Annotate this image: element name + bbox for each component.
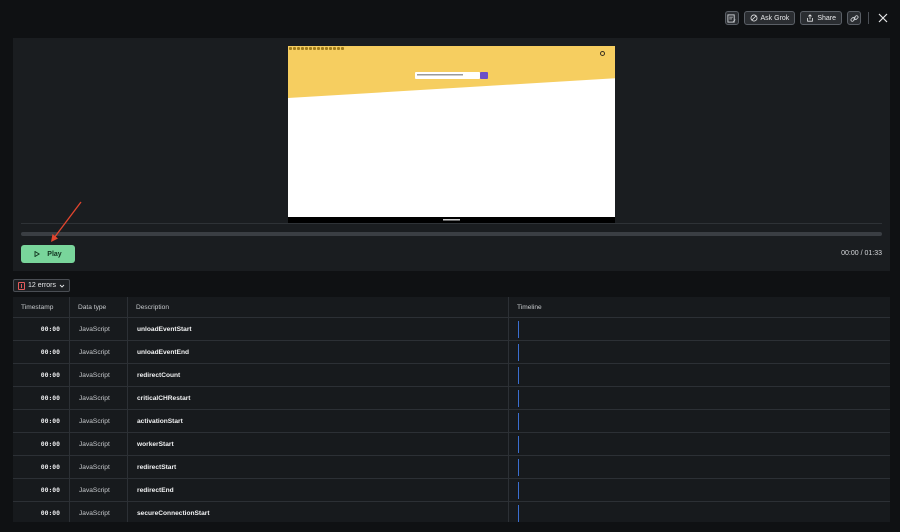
error-icon <box>18 281 25 290</box>
ask-grok-button[interactable]: Ask Grok <box>743 11 796 25</box>
preview-divider <box>21 223 882 224</box>
timeline-marker <box>518 320 519 338</box>
share-button[interactable]: Share <box>800 11 842 25</box>
preview-logo <box>289 47 344 50</box>
data-type-cell: JavaScript <box>70 410 128 432</box>
toolbar-divider <box>868 12 869 24</box>
column-header-data-type[interactable]: Data type <box>70 297 128 317</box>
timeline-marker <box>518 435 519 453</box>
timeline-cell <box>509 410 890 432</box>
description-cell: redirectCount <box>128 364 509 386</box>
timeline-cell <box>509 341 890 363</box>
errors-filter-button[interactable]: 12 errors <box>13 279 71 292</box>
timeline-marker <box>518 481 519 499</box>
description-cell: redirectEnd <box>128 479 509 501</box>
table-row[interactable]: 00:00 JavaScript secureConnectionStart <box>13 502 890 522</box>
timestamp-cell: 00:00 <box>13 341 70 363</box>
timeline-cell <box>509 479 890 501</box>
data-type-cell: JavaScript <box>70 479 128 501</box>
timestamp-cell: 00:00 <box>13 502 70 522</box>
table-row[interactable]: 00:00 JavaScript redirectStart <box>13 456 890 479</box>
description-cell: activationStart <box>128 410 509 432</box>
data-type-cell: JavaScript <box>70 433 128 455</box>
play-button[interactable]: Play <box>21 245 75 263</box>
timeline-cell <box>509 502 890 522</box>
replay-scrubber[interactable] <box>21 232 882 236</box>
annotation-arrow-icon <box>51 201 82 242</box>
timeline-marker <box>518 504 519 522</box>
description-cell: redirectStart <box>128 456 509 478</box>
description-cell: criticalCHRestart <box>128 387 509 409</box>
preview-search-input <box>415 72 480 79</box>
preview-search-button <box>480 72 488 79</box>
grok-icon <box>750 14 757 22</box>
table-row[interactable]: 00:00 JavaScript activationStart <box>13 410 890 433</box>
chevron-down-icon <box>59 284 65 288</box>
data-type-cell: JavaScript <box>70 364 128 386</box>
timeline-cell <box>509 456 890 478</box>
timestamp-cell: 00:00 <box>13 479 70 501</box>
timestamp-cell: 00:00 <box>13 433 70 455</box>
table-row[interactable]: 00:00 JavaScript criticalCHRestart <box>13 387 890 410</box>
copy-link-button[interactable] <box>847 11 861 25</box>
timestamp-cell: 00:00 <box>13 364 70 386</box>
timeline-marker <box>518 343 519 361</box>
time-readout: 00:00 / 01:33 <box>841 250 882 257</box>
description-cell: secureConnectionStart <box>128 502 509 522</box>
data-type-cell: JavaScript <box>70 502 128 522</box>
close-icon <box>878 13 888 23</box>
errors-label: 12 errors <box>28 282 57 289</box>
timestamp-cell: 00:00 <box>13 410 70 432</box>
timeline-marker <box>518 366 519 384</box>
play-icon <box>34 251 41 257</box>
data-type-cell: JavaScript <box>70 387 128 409</box>
description-cell: unloadEventEnd <box>128 341 509 363</box>
timeline-cell <box>509 318 890 340</box>
ask-grok-label: Ask Grok <box>760 14 790 22</box>
data-type-cell: JavaScript <box>70 456 128 478</box>
link-icon <box>850 14 858 22</box>
timeline-cell <box>509 364 890 386</box>
close-button[interactable] <box>876 11 890 25</box>
table-row[interactable]: 00:00 JavaScript workerStart <box>13 433 890 456</box>
table-row[interactable]: 00:00 JavaScript unloadEventEnd <box>13 341 890 364</box>
description-cell: workerStart <box>128 433 509 455</box>
top-toolbar: Ask Grok Share <box>724 10 890 26</box>
timeline-marker <box>518 412 519 430</box>
timeline-cell <box>509 387 890 409</box>
share-label: Share <box>817 14 836 22</box>
timeline-marker <box>518 389 519 407</box>
timestamp-cell: 00:00 <box>13 387 70 409</box>
edit-icon[interactable] <box>724 11 739 25</box>
data-type-cell: JavaScript <box>70 318 128 340</box>
column-header-timestamp[interactable]: Timestamp <box>13 297 70 317</box>
timestamp-cell: 00:00 <box>13 318 70 340</box>
data-type-cell: JavaScript <box>70 341 128 363</box>
column-header-description[interactable]: Description <box>128 297 509 317</box>
table-row[interactable]: 00:00 JavaScript unloadEventStart <box>13 318 890 341</box>
session-replay-panel: Play 00:00 / 01:33 <box>13 38 890 271</box>
description-cell: unloadEventStart <box>128 318 509 340</box>
preview-avatar <box>600 51 605 56</box>
column-header-timeline[interactable]: Timeline <box>509 297 890 317</box>
table-row[interactable]: 00:00 JavaScript redirectEnd <box>13 479 890 502</box>
table-row[interactable]: 00:00 JavaScript redirectCount <box>13 364 890 387</box>
timeline-marker <box>518 458 519 476</box>
play-label: Play <box>47 250 62 258</box>
timestamp-cell: 00:00 <box>13 456 70 478</box>
events-table: Timestamp Data type Description Timeline… <box>13 297 890 522</box>
replay-preview <box>288 46 615 224</box>
share-icon <box>807 14 814 22</box>
table-header: Timestamp Data type Description Timeline <box>13 297 890 318</box>
timeline-cell <box>509 433 890 455</box>
